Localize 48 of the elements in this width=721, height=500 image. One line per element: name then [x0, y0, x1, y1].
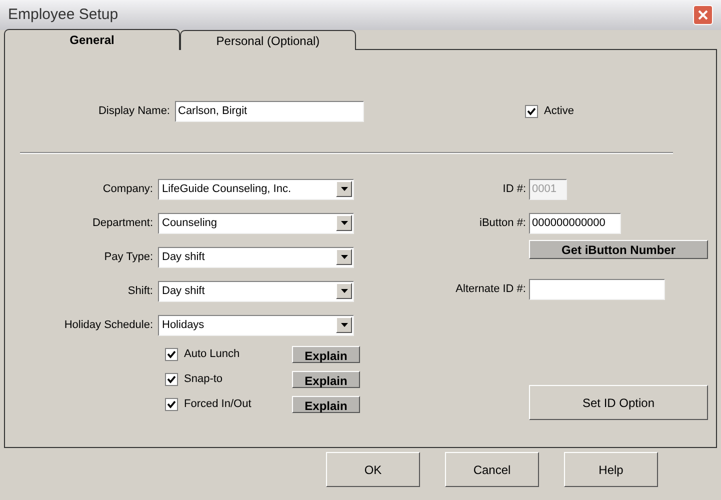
field-label: Display Name:: [97, 104, 171, 119]
checkbox[interactable]: [165, 348, 178, 361]
dropdown[interactable]: Counseling: [158, 212, 354, 234]
text-field[interactable]: 000000000000: [529, 212, 621, 234]
checkbox[interactable]: [525, 104, 538, 118]
checkbox-label: Auto Lunch: [184, 347, 240, 362]
explain-button[interactable]: Explain: [292, 346, 360, 363]
checkbox[interactable]: [165, 398, 178, 411]
caret-icon: [340, 221, 348, 225]
dropdown[interactable]: LifeGuide Counseling, Inc.: [158, 178, 354, 200]
dropdown[interactable]: Day shift: [158, 246, 354, 268]
caret-icon: [340, 187, 348, 191]
caret-icon: [340, 289, 348, 293]
checkbox[interactable]: [165, 373, 178, 386]
checkbox-label: Active: [544, 104, 574, 119]
checkbox-label: Forced In/Out: [184, 397, 252, 412]
explain-button[interactable]: Explain: [292, 371, 360, 388]
text-field[interactable]: [529, 278, 665, 300]
field-label: Alternate ID #:: [454, 282, 527, 297]
text-field[interactable]: Carlson, Birgit: [175, 100, 364, 122]
tab[interactable]: General: [4, 29, 180, 50]
window-title: Employee Setup: [8, 4, 118, 25]
field-label: ID #:: [502, 182, 527, 197]
field-label: Department:: [91, 216, 154, 231]
get-ibutton-button[interactable]: Get iButton Number: [529, 240, 708, 259]
close-button[interactable]: [693, 5, 713, 25]
caret-icon: [340, 255, 348, 259]
checkbox-label: Snap-to: [184, 372, 223, 388]
set-id-option-button[interactable]: Set ID Option: [529, 385, 708, 420]
dropdown-value: Day shift: [162, 250, 205, 265]
field-label: Company:: [102, 182, 154, 197]
dropdown-value: Holidays: [162, 318, 204, 333]
dialog-button[interactable]: Help: [564, 452, 658, 487]
field-label: Shift:: [126, 284, 154, 299]
explain-button[interactable]: Explain: [292, 396, 360, 413]
dialog-button[interactable]: OK: [326, 452, 420, 487]
caret-icon: [340, 323, 348, 327]
dropdown-value: Counseling: [162, 216, 218, 231]
tab[interactable]: Personal (Optional): [180, 30, 356, 50]
dialog-button[interactable]: Cancel: [445, 452, 539, 487]
dropdown-value: LifeGuide Counseling, Inc.: [162, 182, 292, 197]
close-icon: [698, 10, 708, 20]
field-label: Holiday Schedule:: [63, 318, 154, 333]
dropdown-value: Day shift: [162, 284, 205, 299]
dropdown[interactable]: Holidays: [158, 314, 354, 336]
field-label: iButton #:: [478, 216, 527, 231]
dropdown[interactable]: Day shift: [158, 280, 354, 302]
field-label: Pay Type:: [103, 250, 154, 265]
